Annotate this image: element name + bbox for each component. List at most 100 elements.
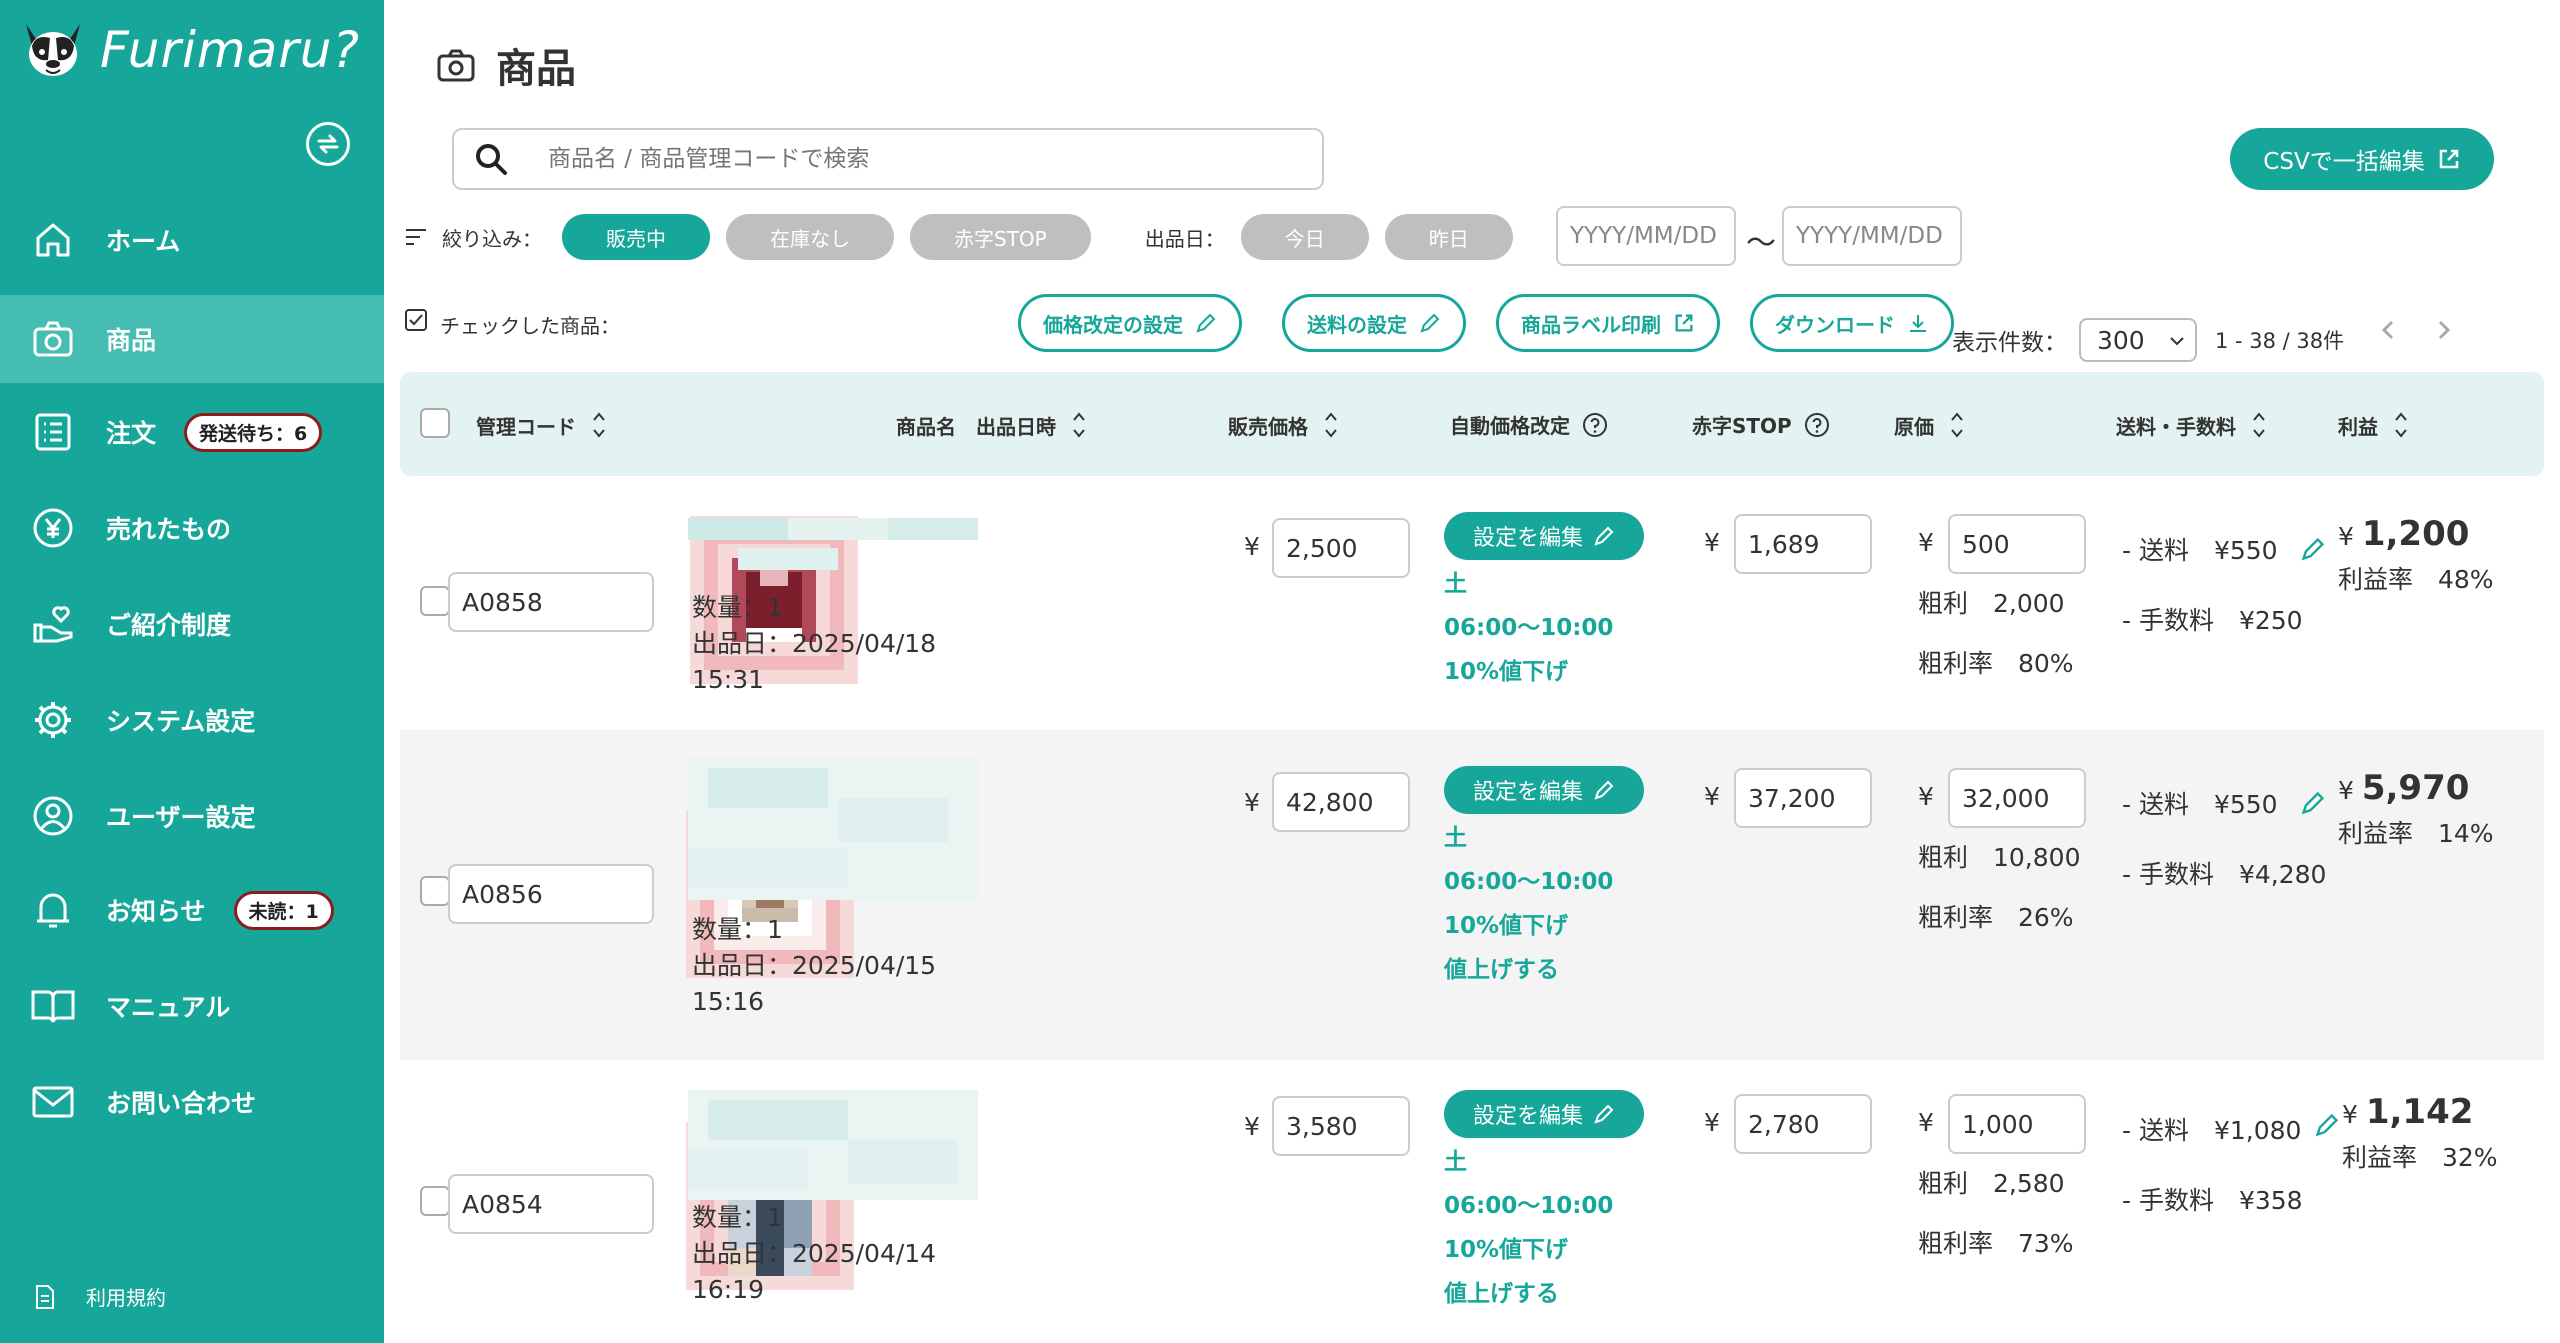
sidebar-item-manual[interactable]: マニュアル bbox=[0, 962, 384, 1050]
bulk-actions: チェックした商品： 価格改定の設定 送料の設定 商品ラベル印刷 ダウンロード bbox=[404, 294, 1964, 354]
product-title-blurred bbox=[688, 758, 978, 900]
date-range-separator: 〜 bbox=[1746, 226, 1776, 261]
fees: - 送料 ¥550- 手数料 ¥250 bbox=[2122, 536, 2303, 635]
loss-stop-input[interactable]: 1,689 bbox=[1734, 514, 1872, 574]
sidebar-item-products[interactable]: 商品 bbox=[0, 295, 384, 383]
sidebar-item-label: ご紹介制度 bbox=[106, 611, 232, 640]
yen-symbol: ¥ bbox=[1244, 1112, 1260, 1141]
sort-icon bbox=[2253, 412, 2265, 438]
price-input[interactable]: 42,800 bbox=[1272, 772, 1410, 832]
sidebar-toggle-button[interactable] bbox=[306, 122, 350, 166]
product-title-blurred bbox=[688, 518, 978, 570]
auto-price-rule: 土 06:00〜10:00 10%値下げ 値上げする bbox=[1444, 825, 1614, 983]
document-icon bbox=[36, 1284, 54, 1309]
price-input[interactable]: 2,500 bbox=[1272, 518, 1410, 578]
date-to-input[interactable]: YYYY/MM/DD bbox=[1782, 206, 1962, 266]
col-code[interactable]: 管理コード bbox=[476, 410, 606, 440]
filter-chip-loss-stop[interactable]: 赤字STOP bbox=[910, 214, 1091, 260]
col-profit[interactable]: 利益 bbox=[2338, 410, 2408, 440]
download-button[interactable]: ダウンロード bbox=[1750, 294, 1954, 352]
main-content: 商品 CSVで一括編集 絞り込み： 販売中 在庫なし 赤字STOP 出品日： 今… bbox=[384, 0, 2560, 1343]
print-label-button[interactable]: 商品ラベル印刷 bbox=[1496, 294, 1720, 352]
bell-icon bbox=[28, 885, 78, 935]
col-fees[interactable]: 送料・手数料 bbox=[2116, 410, 2266, 440]
sidebar-item-contact[interactable]: お問い合わせ bbox=[0, 1058, 384, 1146]
select-all-checkbox[interactable] bbox=[420, 408, 450, 438]
code-input[interactable]: A0856 bbox=[448, 864, 654, 924]
sidebar-item-orders[interactable]: 注文 発送待ち：6 bbox=[0, 388, 384, 476]
sidebar-item-label: お問い合わせ bbox=[106, 1089, 257, 1118]
col-cost[interactable]: 原価 bbox=[1894, 410, 1964, 440]
search-box[interactable] bbox=[452, 128, 1324, 190]
sidebar-item-system-settings[interactable]: システム設定 bbox=[0, 676, 384, 764]
per-page-select[interactable]: 300 bbox=[2079, 318, 2197, 362]
sidebar-item-user-settings[interactable]: ユーザー設定 bbox=[0, 772, 384, 860]
external-link-icon bbox=[2439, 149, 2458, 169]
date-filter-label: 出品日： bbox=[1144, 226, 1225, 251]
sidebar-item-sold[interactable]: 売れたもの bbox=[0, 484, 384, 572]
sort-icon bbox=[1325, 412, 1337, 438]
user-circle-icon bbox=[28, 791, 78, 841]
hand-heart-icon bbox=[28, 599, 78, 649]
search-input[interactable] bbox=[548, 146, 1248, 172]
table-row: A0856 数量：1 出品日：2025/04/15 15:16 ¥ 42,800 設… bbox=[400, 730, 2544, 1060]
sidebar-item-home[interactable]: ホーム bbox=[0, 196, 384, 284]
chevron-right-icon bbox=[2438, 320, 2451, 340]
sort-icon bbox=[2395, 412, 2407, 438]
col-price[interactable]: 販売価格 bbox=[1228, 410, 1338, 440]
edit-auto-price-button[interactable]: 設定を編集 bbox=[1444, 766, 1644, 814]
yen-coin-icon bbox=[28, 503, 78, 553]
pending-shipment-badge: 発送待ち：6 bbox=[184, 412, 323, 452]
col-name[interactable]: 商品名 出品日時 bbox=[896, 410, 1086, 440]
price-revision-settings-button[interactable]: 価格改定の設定 bbox=[1018, 294, 1242, 352]
sidebar-item-notifications[interactable]: お知らせ 未読：1 bbox=[0, 866, 384, 954]
search-icon bbox=[476, 144, 507, 175]
profit: ¥ 1,200 利益率 48% bbox=[2338, 514, 2494, 594]
date-chip-today[interactable]: 今日 bbox=[1240, 214, 1369, 260]
camera-icon bbox=[28, 314, 78, 364]
date-chip-yesterday[interactable]: 昨日 bbox=[1384, 214, 1513, 260]
code-input[interactable]: A0854 bbox=[448, 1174, 654, 1234]
date-from-input[interactable]: YYYY/MM/DD bbox=[1556, 206, 1736, 266]
pencil-icon bbox=[1594, 1104, 1614, 1124]
sidebar-item-label: 商品 bbox=[106, 326, 157, 355]
filter-lines-icon bbox=[406, 229, 426, 245]
row-checkbox[interactable] bbox=[420, 586, 450, 616]
row-checkbox[interactable] bbox=[420, 876, 450, 906]
row-checkbox[interactable] bbox=[420, 1186, 450, 1216]
shipping-settings-button[interactable]: 送料の設定 bbox=[1282, 294, 1466, 352]
fees: - 送料 ¥1,080- 手数料 ¥358 bbox=[2122, 1116, 2303, 1215]
sidebar-item-label: ホーム bbox=[106, 227, 181, 256]
unread-badge: 未読：1 bbox=[233, 890, 334, 930]
next-page-button[interactable] bbox=[2436, 318, 2452, 349]
product-meta: 数量：1 出品日：2025/04/14 16:19 bbox=[692, 1203, 937, 1304]
sidebar-item-label: お知らせ bbox=[106, 897, 206, 926]
edit-shipping-pencil-icon[interactable] bbox=[2300, 536, 2326, 562]
sidebar-item-referral[interactable]: ご紹介制度 bbox=[0, 580, 384, 668]
cost-input[interactable]: 32,000 bbox=[1948, 768, 2086, 828]
filter-chip-out-of-stock[interactable]: 在庫なし bbox=[726, 214, 894, 260]
cost-input[interactable]: 1,000 bbox=[1948, 1094, 2086, 1154]
logo[interactable]: Furimaru? bbox=[20, 20, 360, 80]
sidebar-item-label: システム設定 bbox=[106, 707, 256, 736]
edit-auto-price-button[interactable]: 設定を編集 bbox=[1444, 1090, 1644, 1138]
help-circle-icon bbox=[1804, 412, 1829, 437]
filter-label: 絞り込み： bbox=[442, 226, 542, 251]
yen-symbol: ¥ bbox=[1704, 1108, 1720, 1137]
swap-arrows-icon bbox=[317, 134, 339, 154]
prev-page-button[interactable] bbox=[2380, 318, 2396, 349]
pencil-icon bbox=[1196, 313, 1216, 333]
terms-link[interactable]: 利用規約 bbox=[34, 1282, 166, 1311]
edit-auto-price-button[interactable]: 設定を編集 bbox=[1444, 512, 1644, 560]
csv-bulk-edit-button[interactable]: CSVで一括編集 bbox=[2230, 128, 2494, 190]
filter-chip-on-sale[interactable]: 販売中 bbox=[562, 214, 710, 260]
sidebar-item-label: ユーザー設定 bbox=[106, 803, 256, 832]
product-title-blurred bbox=[688, 1090, 978, 1200]
code-input[interactable]: A0858 bbox=[448, 572, 654, 632]
price-input[interactable]: 3,580 bbox=[1272, 1096, 1410, 1156]
cost-input[interactable]: 500 bbox=[1948, 514, 2086, 574]
edit-shipping-pencil-icon[interactable] bbox=[2300, 790, 2326, 816]
loss-stop-input[interactable]: 37,200 bbox=[1734, 768, 1872, 828]
edit-shipping-pencil-icon[interactable] bbox=[2314, 1112, 2340, 1138]
loss-stop-input[interactable]: 2,780 bbox=[1734, 1094, 1872, 1154]
